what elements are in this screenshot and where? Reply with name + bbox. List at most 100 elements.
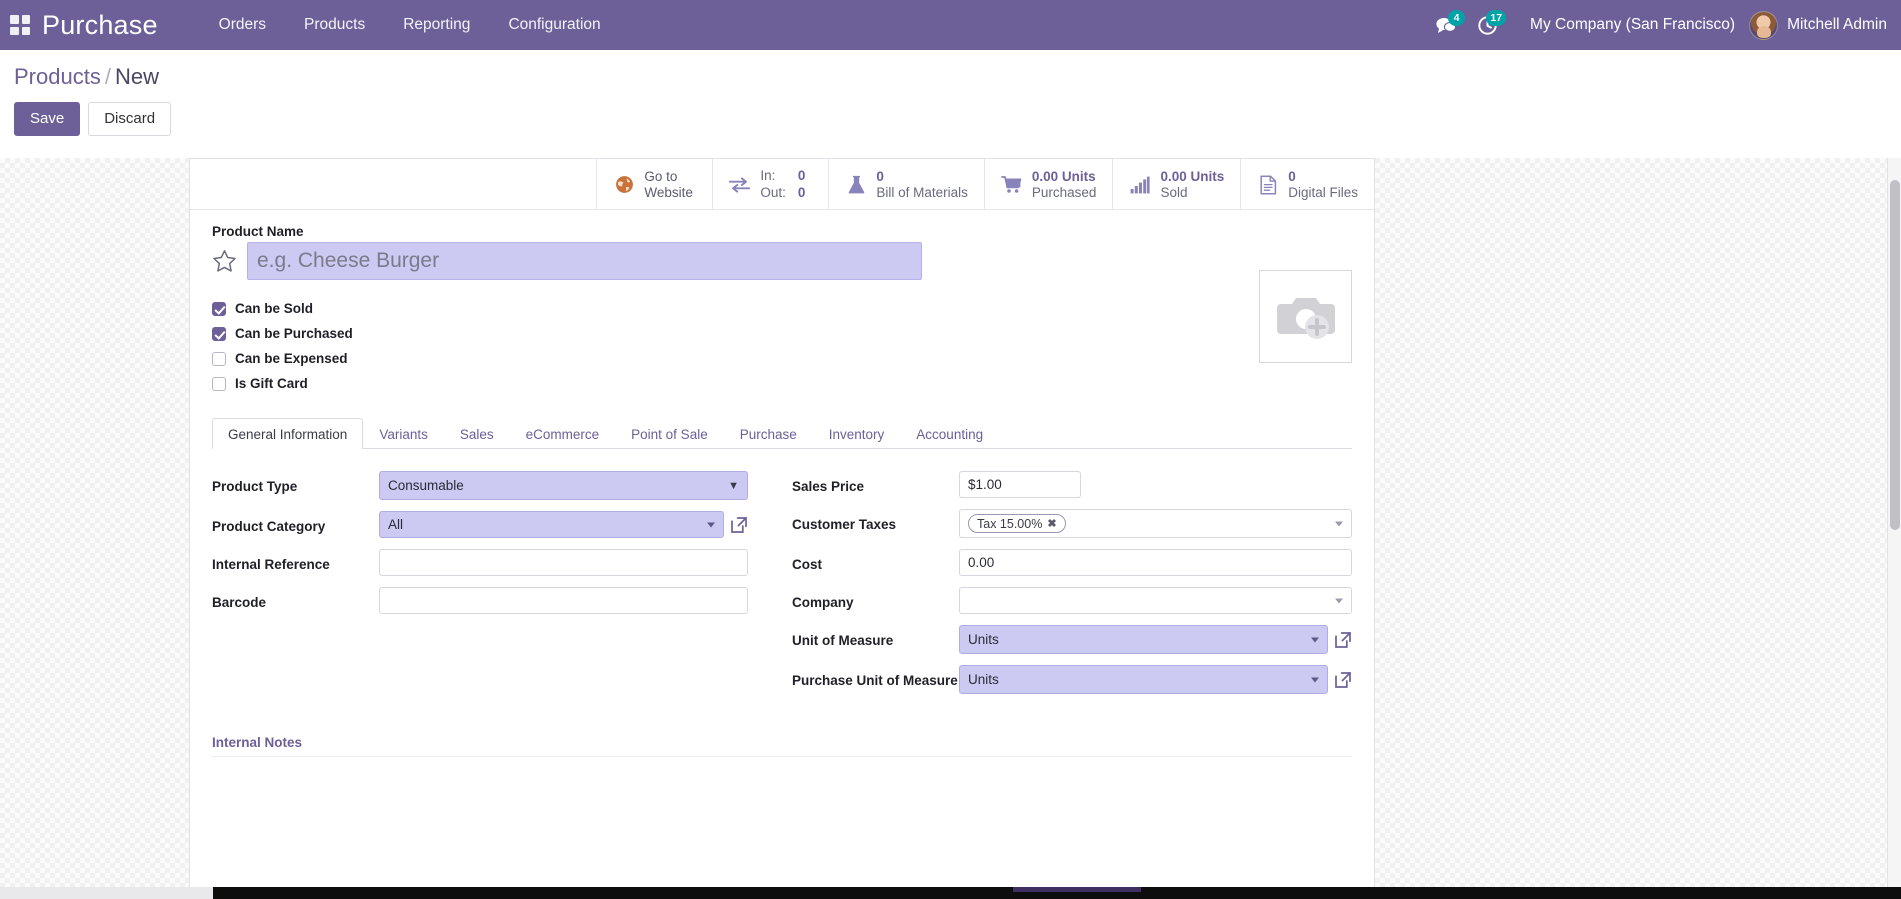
- internal-notes-label: Internal Notes: [212, 735, 303, 750]
- company-switcher[interactable]: My Company (San Francisco): [1530, 16, 1735, 34]
- tab-point-of-sale[interactable]: Point of Sale: [615, 418, 724, 449]
- horizontal-scrollbar-thumb[interactable]: [0, 887, 213, 899]
- save-button[interactable]: Save: [14, 102, 81, 137]
- breadcrumb-separator: /: [104, 64, 111, 89]
- internal-reference-input[interactable]: [379, 549, 748, 576]
- checkbox-row-can-be-purchased[interactable]: Can be Purchased: [212, 321, 1352, 346]
- tab-purchase[interactable]: Purchase: [724, 418, 813, 449]
- stat-label-website: Go to Website: [644, 169, 693, 201]
- vertical-scrollbar-thumb[interactable]: [1890, 180, 1900, 530]
- purchase-unit-of-measure-input[interactable]: Units: [959, 665, 1328, 694]
- stat-in-out[interactable]: In: 0 Out: 0: [712, 159, 828, 210]
- right-field-column: Sales Price Customer Taxes Tax 15.00% ✖: [782, 471, 1352, 705]
- stat-digital-files[interactable]: 0 Digital Files: [1240, 159, 1374, 210]
- stat-in-out-values: In: 0 Out: 0: [760, 168, 805, 200]
- stat-purchased[interactable]: 0.00 Units Purchased: [983, 159, 1113, 210]
- breadcrumb-products[interactable]: Products: [14, 64, 101, 89]
- apps-grid-icon[interactable]: [10, 15, 30, 35]
- checkbox-can-be-sold[interactable]: [212, 301, 226, 316]
- stat-bill-of-materials[interactable]: 0 Bill of Materials: [828, 159, 984, 210]
- field-product-category: Product Category All: [212, 511, 748, 538]
- file-icon: [1257, 174, 1279, 195]
- activities-button[interactable]: 17: [1477, 9, 1507, 36]
- app-brand-purchase[interactable]: Purchase: [42, 11, 158, 39]
- avatar: [1749, 10, 1779, 40]
- menu-item-reporting[interactable]: Reporting: [384, 0, 489, 50]
- tag-remove-icon[interactable]: ✖: [1047, 517, 1056, 530]
- unit-of-measure-internal-link-icon[interactable]: [1334, 631, 1352, 649]
- globe-icon: [613, 175, 635, 194]
- shopping-cart-icon: [1000, 175, 1023, 194]
- checkbox-row-can-be-expensed[interactable]: Can be Expensed: [212, 346, 1352, 371]
- product-category-internal-link-icon[interactable]: [730, 516, 748, 534]
- stat-go-to-website[interactable]: Go to Website: [596, 159, 712, 210]
- menu-item-configuration[interactable]: Configuration: [489, 0, 619, 50]
- checkbox-row-can-be-sold[interactable]: Can be Sold: [212, 296, 1352, 321]
- checkbox-row-is-gift-card[interactable]: Is Gift Card: [212, 371, 1352, 396]
- menu-item-orders[interactable]: Orders: [200, 0, 285, 50]
- main-menu: Orders Products Reporting Configuration: [200, 0, 620, 50]
- dropdown-caret-icon: [707, 522, 715, 527]
- in-label: In:: [760, 168, 776, 184]
- product-category-input[interactable]: All: [379, 511, 724, 538]
- stat-line1: Go to: [644, 168, 678, 184]
- bom-label: Bill of Materials: [876, 184, 968, 200]
- star-outline-icon[interactable]: [212, 249, 237, 273]
- label-can-be-sold: Can be Sold: [235, 301, 314, 316]
- label-can-be-expensed: Can be Expensed: [235, 351, 348, 366]
- in-value: 0: [797, 168, 806, 184]
- label-cost: Cost: [792, 557, 822, 572]
- field-barcode: Barcode: [212, 587, 748, 614]
- checkbox-can-be-purchased[interactable]: [212, 326, 226, 341]
- horizontal-scrollbar[interactable]: [0, 887, 1901, 899]
- navbar-systray: 4 17 My Company (San Francisco) Mitchell…: [1425, 0, 1901, 50]
- tab-variants[interactable]: Variants: [363, 418, 444, 449]
- product-image-upload[interactable]: [1259, 270, 1352, 363]
- tab-accounting[interactable]: Accounting: [900, 418, 999, 449]
- general-information-pane: Product Type Consumable Service Storable…: [212, 449, 1352, 705]
- out-label: Out:: [760, 184, 786, 200]
- product-name-label: Product Name: [212, 224, 304, 239]
- product-type-select[interactable]: Consumable Service Storable Product: [379, 471, 748, 500]
- tab-ecommerce[interactable]: eCommerce: [510, 418, 616, 449]
- label-barcode: Barcode: [212, 595, 267, 610]
- stat-sold[interactable]: 0.00 Units Sold: [1112, 159, 1240, 210]
- messages-button[interactable]: 4: [1435, 10, 1466, 35]
- record-action-buttons: Save Discard: [0, 90, 1901, 146]
- label-unit-of-measure: Unit of Measure: [792, 633, 894, 648]
- tab-sales[interactable]: Sales: [444, 418, 510, 449]
- product-name-input[interactable]: [247, 242, 922, 280]
- stat-label-bom: 0 Bill of Materials: [876, 169, 968, 201]
- tab-general-information[interactable]: General Information: [212, 418, 364, 449]
- barcode-input[interactable]: [379, 587, 748, 614]
- cost-input[interactable]: [959, 549, 1352, 576]
- company-input[interactable]: [959, 587, 1352, 614]
- vertical-scrollbar[interactable]: [1887, 158, 1901, 887]
- unit-of-measure-input[interactable]: Units: [959, 625, 1328, 654]
- smart-button-bar: Go to Website In: 0 Out: 0 0 Bill of Mat…: [190, 159, 1374, 210]
- exchange-arrows-icon: [729, 175, 751, 195]
- menu-item-products[interactable]: Products: [285, 0, 384, 50]
- user-name: Mitchell Admin: [1787, 16, 1887, 33]
- digital-files-value: 0: [1288, 168, 1296, 184]
- customer-taxes-input[interactable]: Tax 15.00% ✖: [959, 509, 1352, 538]
- field-unit-of-measure: Unit of Measure Units: [792, 625, 1352, 654]
- tab-inventory[interactable]: Inventory: [813, 418, 901, 449]
- flask-icon: [845, 175, 867, 195]
- messages-badge: 4: [1448, 10, 1466, 26]
- sales-price-input[interactable]: [959, 471, 1081, 498]
- purchase-uom-internal-link-icon[interactable]: [1334, 671, 1352, 689]
- control-panel: Products / New Save Discard: [0, 50, 1901, 147]
- tag-label: Tax 15.00%: [977, 516, 1043, 531]
- bar-chart-icon: [1129, 176, 1151, 194]
- purchase-unit-of-measure-value: Units: [968, 672, 999, 687]
- field-product-type: Product Type Consumable Service Storable…: [212, 471, 748, 500]
- sold-value: 0.00 Units: [1160, 168, 1225, 184]
- discard-button[interactable]: Discard: [88, 102, 172, 137]
- checkbox-can-be-expensed[interactable]: [212, 351, 226, 366]
- label-can-be-purchased: Can be Purchased: [235, 326, 353, 341]
- top-navbar: Purchase Orders Products Reporting Confi…: [0, 0, 1901, 50]
- checkbox-is-gift-card[interactable]: [212, 376, 226, 391]
- user-menu[interactable]: Mitchell Admin: [1749, 10, 1901, 40]
- scrollbar-marker: [1013, 887, 1141, 892]
